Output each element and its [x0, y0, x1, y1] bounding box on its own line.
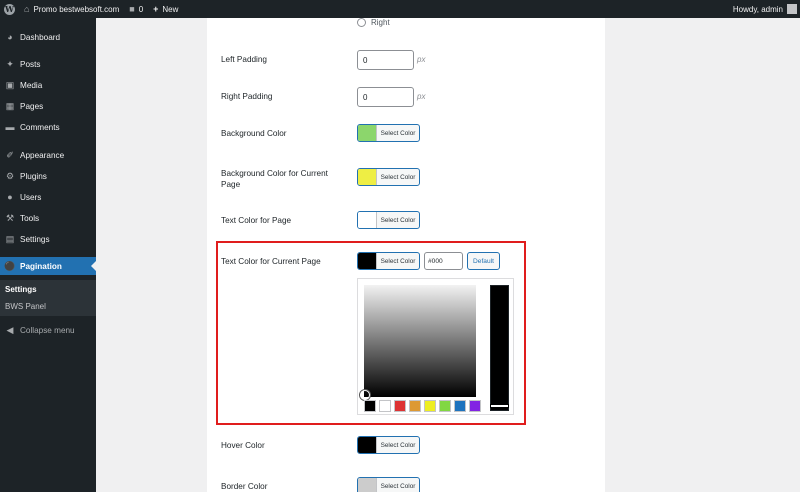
new-label: New [162, 4, 179, 14]
collapse-arrow-icon: ◀ [6, 324, 14, 335]
sidebar-item-users[interactable]: ● Users [0, 188, 96, 206]
background-color-label: Background Color [221, 129, 287, 138]
site-name-link[interactable]: ⌂ Promo bestwebsoft.com [19, 0, 124, 18]
sidebar-item-label: Comments [20, 122, 60, 132]
border-color-label: Border Color [221, 482, 268, 491]
sidebar-item-label: Posts [20, 59, 41, 69]
background-color-button[interactable]: Select Color [357, 124, 420, 142]
sidebar-item-label: Appearance [20, 150, 65, 160]
select-color-label: Select Color [380, 129, 416, 137]
sidebar-item-plugins[interactable]: ⚙ Plugins [0, 167, 96, 185]
plug-icon: ⚙ [5, 170, 15, 181]
color-swatch [358, 212, 377, 228]
avatar [787, 4, 797, 14]
wordpress-logo-button[interactable]: W [0, 0, 19, 18]
sidebar-item-label: Pagination [20, 261, 62, 271]
sidebar-item-posts[interactable]: ✦ Posts [0, 55, 96, 73]
highlight-box [216, 241, 526, 425]
collapse-menu-button[interactable]: ◀ Collapse menu [0, 321, 96, 339]
sidebar-item-label: Dashboard [20, 32, 61, 42]
select-color-label: Select Color [380, 482, 416, 490]
pin-icon: ✦ [6, 58, 14, 69]
select-color-label: Select Color [380, 173, 416, 181]
right-padding-input[interactable]: 0 [357, 87, 414, 107]
page-icon: ▦ [5, 100, 15, 111]
text-color-label: Text Color for Page [221, 216, 292, 225]
color-swatch [358, 169, 377, 185]
brush-icon: ✐ [6, 149, 14, 160]
radio-label: Right [371, 18, 390, 27]
sidebar-item-comments[interactable]: ▬ Comments [0, 118, 96, 136]
right-padding-unit: px [417, 92, 426, 101]
bg-current-page-label: Background Color for Current Page [221, 169, 328, 189]
site-name-label: Promo bestwebsoft.com [33, 4, 120, 14]
home-icon: ⌂ [24, 4, 30, 14]
wrench-icon: ⚒ [5, 212, 15, 223]
sidebar-item-media[interactable]: ▣ Media [0, 76, 96, 94]
sidebar-item-label: Users [20, 192, 42, 202]
left-padding-label: Left Padding [221, 55, 267, 64]
bg-current-page-color-button[interactable]: Select Color [357, 168, 420, 186]
left-padding-unit: px [417, 55, 426, 64]
admin-sidebar: ◕ Dashboard ✦ Posts ▣ Media ▦ Pages ▬ Co… [0, 18, 96, 492]
right-padding-label: Right Padding [221, 92, 273, 101]
comments-link[interactable]: ■ 0 [124, 0, 148, 18]
sidebar-item-pagination[interactable]: ⚫ Pagination [0, 257, 96, 275]
pagination-submenu: Settings BWS Panel [0, 280, 96, 316]
select-color-label: Select Color [380, 216, 416, 224]
select-color-label: Select Color [380, 441, 416, 449]
comments-count: 0 [138, 4, 144, 14]
sliders-icon: ▤ [5, 233, 15, 244]
sidebar-item-pages[interactable]: ▦ Pages [0, 97, 96, 115]
sidebar-item-label: Media [20, 80, 43, 90]
media-icon: ▣ [5, 79, 15, 90]
alignment-right-option[interactable]: Right [357, 18, 390, 27]
comment-icon: ▬ [5, 122, 15, 132]
collapse-label: Collapse menu [20, 325, 75, 335]
color-swatch [358, 478, 377, 492]
comment-bubble-icon: ■ [129, 4, 135, 14]
color-swatch [358, 437, 377, 453]
submenu-item-settings[interactable]: Settings [5, 285, 37, 294]
border-color-button[interactable]: Select Color [357, 477, 420, 492]
sidebar-item-settings[interactable]: ▤ Settings [0, 230, 96, 248]
new-content-link[interactable]: + New [148, 0, 183, 18]
plus-icon: + [153, 4, 159, 14]
sidebar-item-tools[interactable]: ⚒ Tools [0, 209, 96, 227]
user-icon: ● [7, 192, 13, 202]
hover-color-button[interactable]: Select Color [357, 436, 420, 454]
submenu-item-bws-panel[interactable]: BWS Panel [5, 302, 46, 311]
wordpress-logo-icon: W [4, 3, 15, 15]
radio-button[interactable] [357, 18, 366, 27]
sidebar-item-appearance[interactable]: ✐ Appearance [0, 146, 96, 164]
left-padding-input[interactable]: 0 [357, 50, 414, 70]
color-swatch [358, 125, 377, 141]
sidebar-item-label: Settings [20, 234, 50, 244]
text-color-button[interactable]: Select Color [357, 211, 420, 229]
dashboard-icon: ◕ [7, 32, 13, 42]
active-indicator [91, 261, 96, 271]
sidebar-item-label: Tools [20, 213, 40, 223]
sidebar-item-label: Pages [20, 101, 44, 111]
sidebar-item-dashboard[interactable]: ◕ Dashboard [0, 28, 96, 46]
toggle-icon: ⚫ [4, 260, 16, 271]
admin-bar: W ⌂ Promo bestwebsoft.com ■ 0 + New Howd… [0, 0, 800, 18]
greeting-label: Howdy, admin [732, 4, 783, 14]
hover-color-label: Hover Color [221, 441, 265, 450]
sidebar-item-label: Plugins [20, 171, 47, 181]
account-menu[interactable]: Howdy, admin [728, 0, 800, 18]
